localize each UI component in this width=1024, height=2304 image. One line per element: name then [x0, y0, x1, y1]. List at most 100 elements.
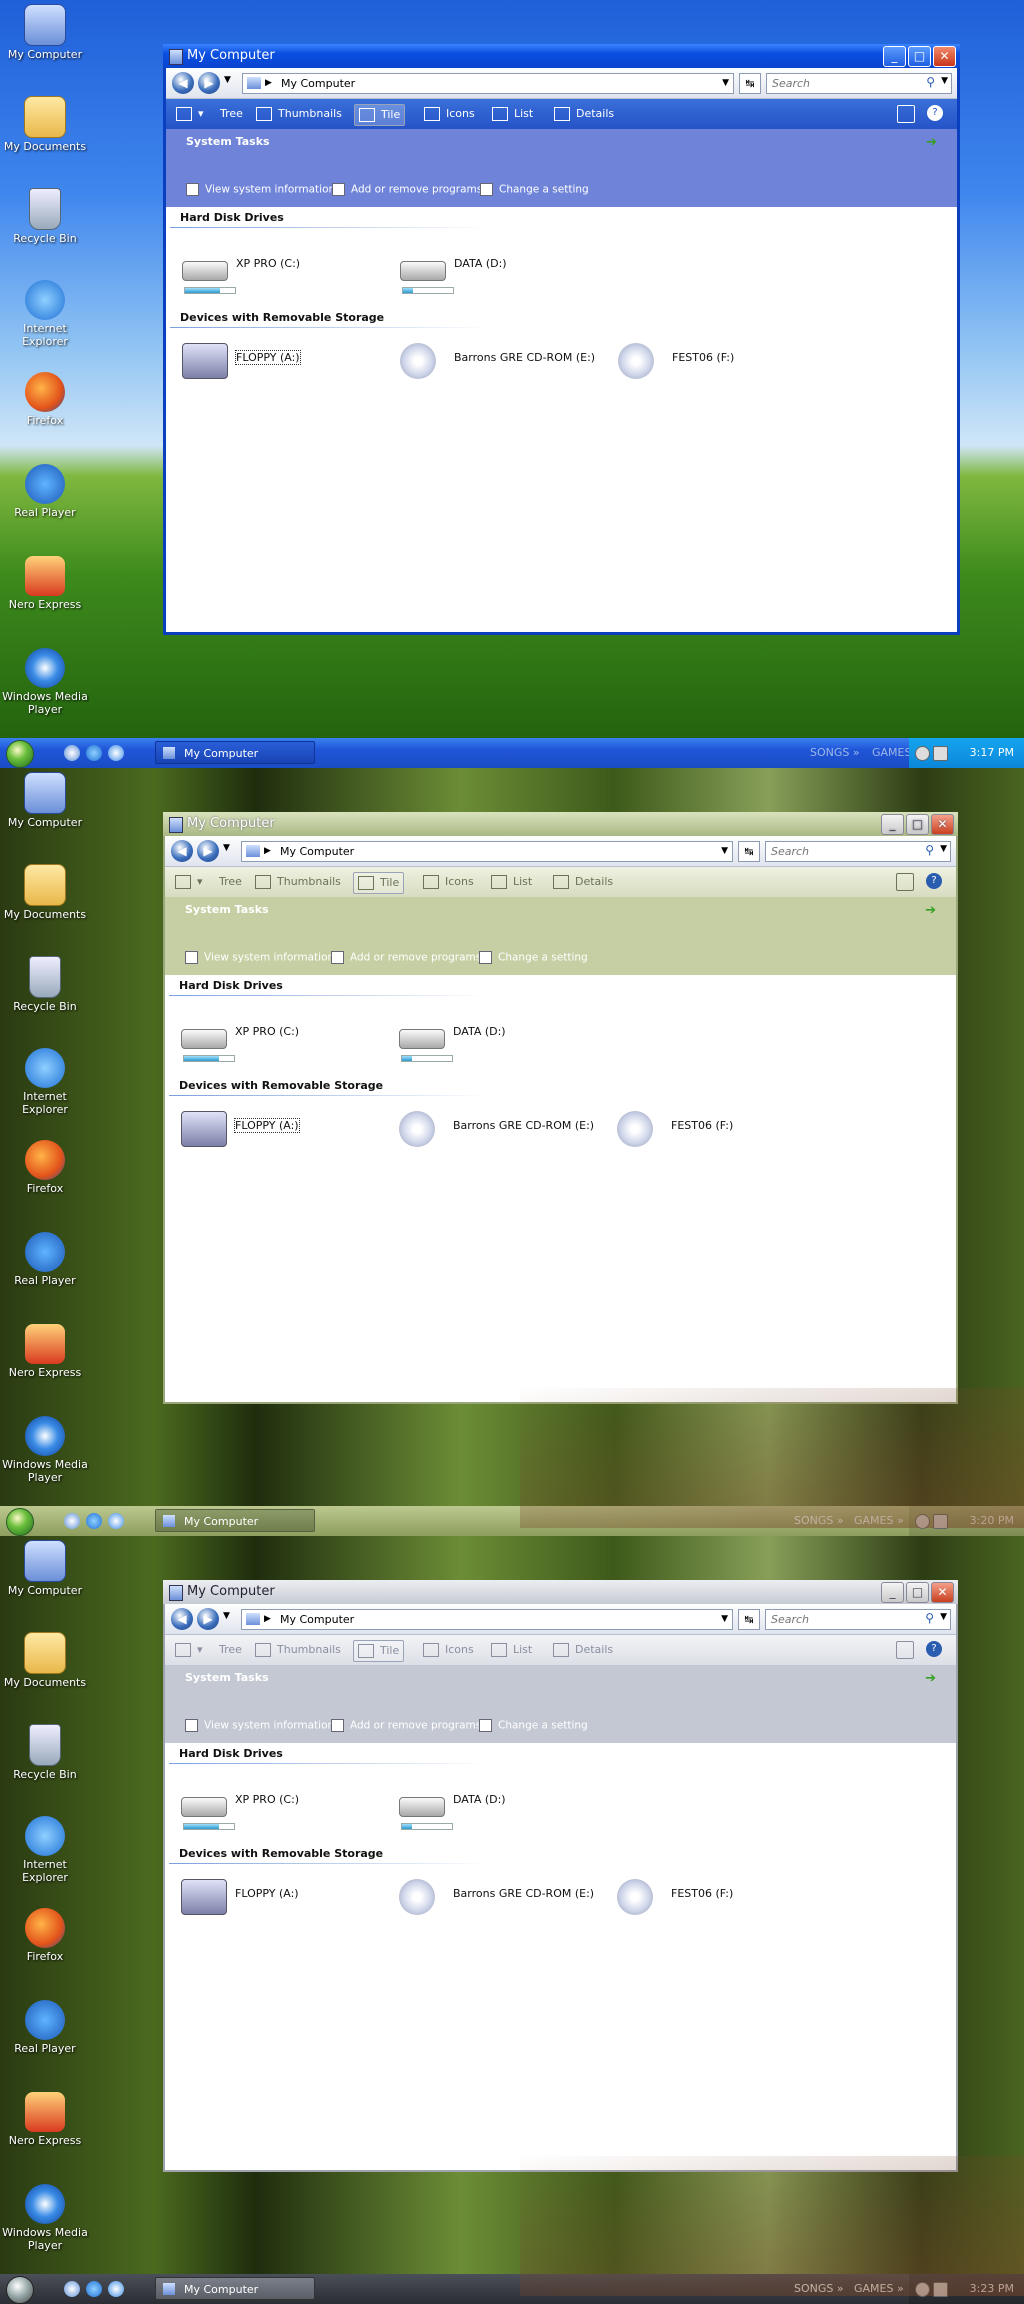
- add-remove-programs-link[interactable]: Add or remove programs: [331, 1719, 481, 1732]
- forward-button[interactable]: ▶: [197, 1608, 219, 1630]
- desktop-icon-nero-express[interactable]: Nero Express: [0, 1324, 90, 1379]
- close-button[interactable]: ✕: [931, 1582, 954, 1603]
- tile-view-button[interactable]: Tile: [354, 104, 406, 126]
- desktop-icon-real-player[interactable]: Real Player: [0, 464, 90, 519]
- desktop-icon-recycle-bin[interactable]: Recycle Bin: [0, 188, 90, 245]
- help-icon[interactable]: ?: [926, 1641, 942, 1657]
- history-dropdown-icon[interactable]: ▼: [223, 1611, 230, 1621]
- search-icon[interactable]: ⚲: [925, 1611, 934, 1625]
- details-view-button[interactable]: Details: [553, 1640, 613, 1660]
- search-icon[interactable]: ⚲: [925, 843, 934, 857]
- search-input[interactable]: [766, 842, 913, 861]
- desktop-icon-nero-express[interactable]: Nero Express: [0, 556, 90, 611]
- view-system-info-link[interactable]: View system information: [185, 951, 334, 964]
- taskbar-button-my-computer[interactable]: My Computer: [155, 1509, 315, 1532]
- desktop-icon-my-computer[interactable]: My Computer: [0, 1540, 90, 1597]
- layout-menu-button[interactable]: ▾: [175, 1640, 203, 1660]
- tile-view-button[interactable]: Tile: [353, 1640, 405, 1662]
- start-button[interactable]: [6, 740, 34, 768]
- add-remove-programs-link[interactable]: Add or remove programs: [331, 951, 481, 964]
- drive-f[interactable]: FEST06 (F:): [617, 1877, 817, 1921]
- desktop-icon-real-player[interactable]: Real Player: [0, 2000, 90, 2055]
- view-system-info-link[interactable]: View system information: [185, 1719, 334, 1732]
- drive-a[interactable]: FLOPPY (A:): [182, 341, 382, 385]
- desktop-icon-firefox[interactable]: Firefox: [0, 1908, 90, 1963]
- icons-view-button[interactable]: Icons: [424, 104, 475, 124]
- minimize-button[interactable]: _: [881, 814, 904, 835]
- tree-view-button[interactable]: Tree: [219, 872, 242, 892]
- search-input[interactable]: [766, 1610, 913, 1629]
- toolbar-games[interactable]: GAMES »: [854, 2274, 904, 2304]
- forward-button[interactable]: ▶: [197, 840, 219, 862]
- drive-c[interactable]: XP PRO (C:): [182, 247, 382, 294]
- desktop-icon-firefox[interactable]: Firefox: [0, 1140, 90, 1195]
- details-view-button[interactable]: Details: [553, 872, 613, 892]
- forward-button[interactable]: ▶: [198, 72, 220, 94]
- maximize-button[interactable]: □: [906, 1582, 929, 1603]
- search-dropdown-icon[interactable]: ▼: [940, 844, 947, 854]
- drive-d[interactable]: DATA (D:): [399, 1015, 599, 1062]
- history-dropdown-icon[interactable]: ▼: [223, 843, 230, 853]
- history-dropdown-icon[interactable]: ▼: [224, 75, 231, 85]
- thumbnails-view-button[interactable]: Thumbnails: [256, 104, 342, 124]
- change-setting-link[interactable]: Change a setting: [480, 183, 589, 196]
- refresh-button[interactable]: ↹: [738, 841, 760, 862]
- back-button[interactable]: ◀: [171, 1608, 193, 1630]
- desktop-icon-firefox[interactable]: Firefox: [0, 372, 90, 427]
- desktop-icon-recycle-bin[interactable]: Recycle Bin: [0, 1724, 90, 1781]
- minimize-button[interactable]: _: [883, 46, 906, 67]
- internet-explorer-icon[interactable]: [86, 745, 102, 761]
- search-dropdown-icon[interactable]: ▼: [940, 1612, 947, 1622]
- search-input[interactable]: [767, 74, 914, 93]
- drive-c[interactable]: XP PRO (C:): [181, 1015, 381, 1062]
- clock[interactable]: 3:20 PM: [970, 1506, 1014, 1536]
- desktop-icon-internet-explorer[interactable]: Internet Explorer: [0, 280, 90, 348]
- drive-a[interactable]: FLOPPY (A:): [181, 1109, 381, 1153]
- drive-e[interactable]: Barrons GRE CD-ROM (E:): [399, 1877, 599, 1921]
- add-remove-programs-link[interactable]: Add or remove programs: [332, 183, 482, 196]
- expand-arrow-icon[interactable]: ➔: [926, 135, 937, 150]
- desktop-icon-windows-media-player[interactable]: Windows Media Player: [0, 1416, 90, 1484]
- list-view-button[interactable]: List: [491, 1640, 532, 1660]
- help-icon[interactable]: ?: [927, 105, 943, 121]
- help-icon[interactable]: ?: [926, 873, 942, 889]
- desktop-icon-real-player[interactable]: Real Player: [0, 1232, 90, 1287]
- internet-explorer-icon[interactable]: [86, 1513, 102, 1529]
- window-titlebar[interactable]: My Computer _ □ ✕: [163, 1580, 958, 1604]
- start-button[interactable]: [6, 2276, 34, 2304]
- options-icon[interactable]: [896, 1641, 914, 1659]
- address-dropdown-icon[interactable]: ▼: [722, 74, 729, 93]
- change-setting-link[interactable]: Change a setting: [479, 1719, 588, 1732]
- tray-app-icon[interactable]: [933, 746, 948, 761]
- list-view-button[interactable]: List: [492, 104, 533, 124]
- toolbar-songs[interactable]: SONGS »: [794, 1506, 844, 1536]
- desktop-icon-my-documents[interactable]: My Documents: [0, 96, 90, 153]
- desktop-icon-nero-express[interactable]: Nero Express: [0, 2092, 90, 2147]
- desktop-icon-recycle-bin[interactable]: Recycle Bin: [0, 956, 90, 1013]
- drive-d[interactable]: DATA (D:): [400, 247, 600, 294]
- minimize-button[interactable]: _: [881, 1582, 904, 1603]
- layout-menu-button[interactable]: ▾: [176, 104, 204, 124]
- windows-media-player-icon[interactable]: [108, 745, 124, 761]
- list-view-button[interactable]: List: [491, 872, 532, 892]
- expand-arrow-icon[interactable]: ➔: [925, 1671, 936, 1686]
- show-desktop-icon[interactable]: [64, 2281, 80, 2297]
- back-button[interactable]: ◀: [171, 840, 193, 862]
- tray-app-icon[interactable]: [933, 2282, 948, 2297]
- tree-view-button[interactable]: Tree: [219, 1640, 242, 1660]
- drive-f[interactable]: FEST06 (F:): [617, 1109, 817, 1153]
- tile-view-button[interactable]: Tile: [353, 872, 405, 894]
- tray-expand-icon[interactable]: [915, 1514, 930, 1529]
- icons-view-button[interactable]: Icons: [423, 1640, 474, 1660]
- close-button[interactable]: ✕: [931, 814, 954, 835]
- toolbar-games[interactable]: GAMES »: [854, 1506, 904, 1536]
- desktop-icon-my-computer[interactable]: My Computer: [0, 772, 90, 829]
- maximize-button[interactable]: □: [908, 46, 931, 67]
- window-titlebar[interactable]: My Computer _ □ ✕: [163, 812, 958, 836]
- taskbar-button-my-computer[interactable]: My Computer: [155, 2277, 315, 2300]
- maximize-button[interactable]: □: [906, 814, 929, 835]
- options-icon[interactable]: [896, 873, 914, 891]
- drive-d[interactable]: DATA (D:): [399, 1783, 599, 1830]
- toolbar-songs[interactable]: SONGS »: [794, 2274, 844, 2304]
- change-setting-link[interactable]: Change a setting: [479, 951, 588, 964]
